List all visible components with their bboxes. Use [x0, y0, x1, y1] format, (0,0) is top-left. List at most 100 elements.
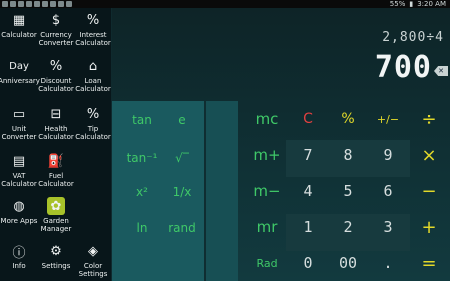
drawer-item-label: Discount Calculator — [38, 77, 74, 93]
drawer-item-label: Health Calculator — [38, 125, 74, 141]
notification-icon — [26, 1, 32, 7]
info-icon: ⓘ — [12, 245, 26, 261]
garden-icon: ✿ — [47, 197, 65, 215]
paint-bucket-icon: ◈ — [88, 243, 98, 259]
minus-button[interactable]: − — [410, 176, 448, 206]
m-plus-button[interactable]: m+ — [246, 140, 288, 170]
square-button[interactable]: x² — [120, 177, 164, 207]
app-drawer: ▦ Calculator $ Currency Converter % Inte… — [0, 8, 112, 281]
drawer-item-currency-converter[interactable]: $ Currency Converter — [37, 8, 75, 52]
gear-icon: ⚙ — [50, 243, 62, 259]
backspace-icon[interactable]: ✕ — [434, 66, 448, 76]
double-zero-button[interactable]: 00 — [330, 248, 366, 278]
drawer-item-label: Currency Converter — [38, 31, 74, 47]
ln-button[interactable]: ln — [120, 213, 164, 243]
drawer-item-garden-manager[interactable]: ✿ Garden Manager — [37, 194, 75, 238]
ruler-icon: ▭ — [12, 106, 26, 122]
digit-7-button[interactable]: 7 — [290, 140, 326, 170]
loan-icon: ⌂ — [88, 58, 98, 74]
scientific-panel-handle[interactable] — [204, 101, 238, 281]
e-button[interactable]: e — [160, 105, 204, 135]
drawer-item-health-calculator[interactable]: ⊟ Health Calculator — [37, 102, 75, 146]
plus-minus-button[interactable]: +/− — [370, 104, 406, 134]
day-icon: Day — [9, 60, 29, 72]
drawer-item-label: Color Settings — [78, 262, 108, 278]
drawer-item-label: Settings — [41, 262, 71, 270]
drawer-item-label: Garden Manager — [40, 217, 72, 233]
drawer-item-label: Anniversary — [0, 77, 40, 85]
drawer-item-unit-converter[interactable]: ▭ Unit Converter — [0, 102, 38, 146]
drawer-item-interest-calculator[interactable]: % Interest Calculator — [74, 8, 112, 52]
digit-4-button[interactable]: 4 — [290, 176, 326, 206]
divide-button[interactable]: ÷ — [410, 104, 448, 134]
result-text: 700 — [374, 50, 432, 85]
status-bar: 55% ▮ 3:20 AM — [0, 0, 450, 8]
drawer-item-vat-calculator[interactable]: ▤ VAT Calculator — [0, 149, 38, 193]
discount-tag-icon: % — [49, 58, 63, 74]
arctan-button[interactable]: tan⁻¹ — [120, 143, 164, 173]
digit-2-button[interactable]: 2 — [330, 212, 366, 242]
digit-3-button[interactable]: 3 — [370, 212, 406, 242]
m-minus-button[interactable]: m− — [246, 176, 288, 206]
plus-button[interactable]: + — [410, 212, 448, 242]
digit-6-button[interactable]: 6 — [370, 176, 406, 206]
drawer-item-loan-calculator[interactable]: ⌂ Loan Calculator — [74, 54, 112, 98]
notification-icon — [10, 1, 16, 7]
notification-icon — [42, 1, 48, 7]
calculator-display: 2,800÷4 700 ✕ — [112, 8, 450, 100]
rand-button[interactable]: rand — [160, 213, 204, 243]
battery-percent: 55% — [389, 0, 406, 8]
percent-chart-icon: % — [86, 12, 100, 28]
drawer-item-calculator[interactable]: ▦ Calculator — [0, 8, 38, 52]
notification-icon — [58, 1, 64, 7]
drawer-item-fuel-calculator[interactable]: ⛽ Fuel Calculator — [37, 149, 75, 193]
vat-icon: ▤ — [12, 153, 26, 169]
digit-8-button[interactable]: 8 — [330, 140, 366, 170]
decimal-button[interactable]: . — [370, 248, 406, 278]
notification-icon — [34, 1, 40, 7]
drawer-item-label: Loan Calculator — [75, 77, 111, 93]
percent-button[interactable]: % — [330, 104, 366, 134]
drawer-item-label: Info — [12, 262, 26, 270]
drawer-item-label: Unit Converter — [1, 125, 37, 141]
drawer-item-tip-calculator[interactable]: % Tip Calculator — [74, 102, 112, 146]
notification-icon — [50, 1, 56, 7]
digit-1-button[interactable]: 1 — [290, 212, 326, 242]
drawer-item-label: Tip Calculator — [75, 125, 111, 141]
drawer-item-color-settings[interactable]: ◈ Color Settings — [74, 239, 112, 281]
notification-icon — [18, 1, 24, 7]
clock: 3:20 AM — [417, 0, 446, 8]
multiply-button[interactable]: × — [410, 140, 448, 170]
tip-icon: % — [86, 106, 100, 122]
notification-icons — [2, 0, 72, 7]
expression-text: 2,800÷4 — [382, 30, 444, 45]
mc-button[interactable]: mc — [246, 104, 288, 134]
notification-icon — [2, 1, 8, 7]
fuel-pump-icon: ⛽ — [47, 153, 65, 169]
tan-button[interactable]: tan — [120, 105, 164, 135]
drawer-item-label: Calculator — [1, 31, 37, 39]
drawer-item-discount-calculator[interactable]: % Discount Calculator — [37, 54, 75, 98]
digit-5-button[interactable]: 5 — [330, 176, 366, 206]
notification-icon — [66, 1, 72, 7]
sqrt-button[interactable]: √‾ — [160, 143, 204, 173]
mr-button[interactable]: mr — [246, 212, 288, 242]
drawer-item-settings[interactable]: ⚙ Settings — [37, 239, 75, 281]
reciprocal-button[interactable]: 1/x — [160, 177, 204, 207]
drawer-item-label: More Apps — [0, 217, 38, 225]
calculator-grid-icon: ▦ — [12, 12, 26, 28]
drawer-item-anniversary[interactable]: Day Anniversary — [0, 54, 40, 98]
clear-button[interactable]: C — [290, 104, 326, 134]
equals-button[interactable]: = — [410, 248, 448, 278]
drawer-item-label: Fuel Calculator — [38, 172, 74, 188]
digit-9-button[interactable]: 9 — [370, 140, 406, 170]
bag-icon: ◍ — [13, 198, 25, 214]
drawer-item-more-apps[interactable]: ◍ More Apps — [0, 194, 38, 238]
battery-icon: ▮ — [409, 0, 414, 8]
rad-toggle[interactable]: Rad — [246, 250, 288, 276]
drawer-item-label: VAT Calculator — [1, 172, 37, 188]
drawer-item-info[interactable]: ⓘ Info — [0, 239, 38, 281]
drawer-item-label: Interest Calculator — [75, 31, 111, 47]
scale-icon: ⊟ — [50, 106, 62, 122]
digit-0-button[interactable]: 0 — [290, 248, 326, 278]
